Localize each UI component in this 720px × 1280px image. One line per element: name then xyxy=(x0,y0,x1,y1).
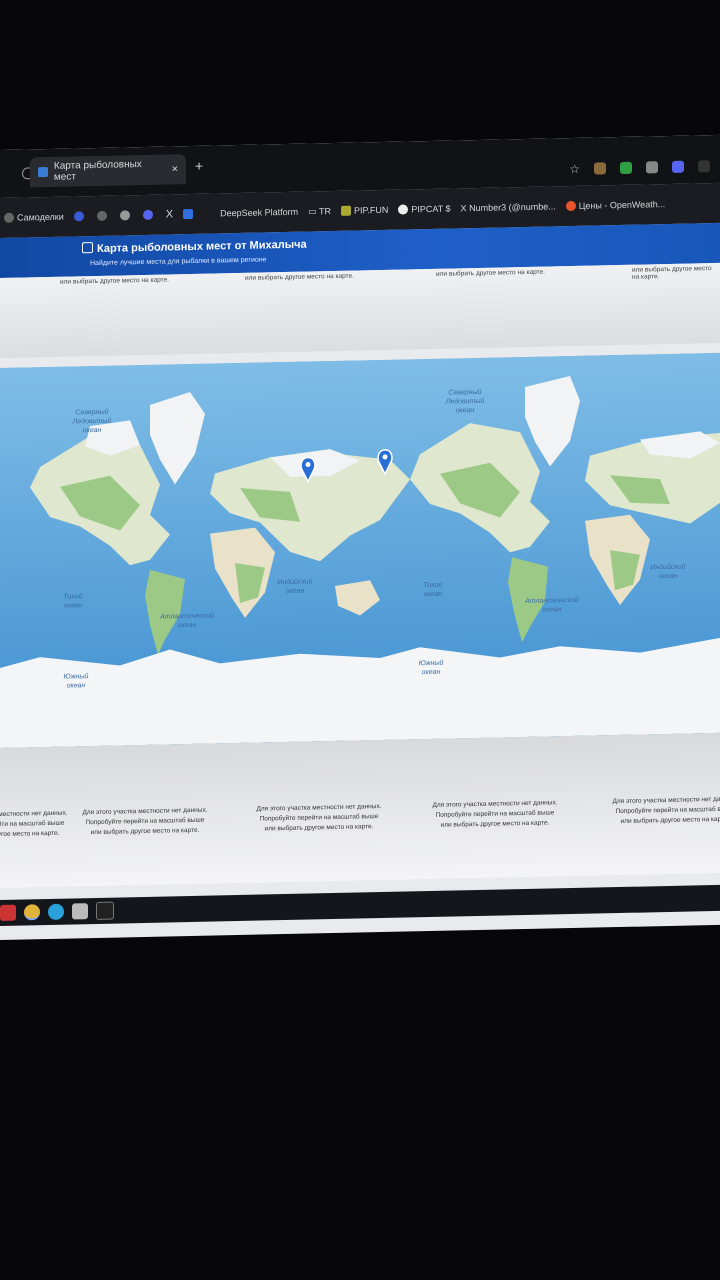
monitor-screen: Карта рыболовных мест × + ☆ Самоделки X … xyxy=(0,134,720,940)
tile-notice-strip-top: или выбрать другое место на карте. или в… xyxy=(0,262,720,358)
bookmark-item[interactable]: PIPCAT $ xyxy=(398,203,451,215)
ocean-label-pacific: Тихий xyxy=(423,581,442,589)
extension-icon[interactable] xyxy=(698,160,710,173)
ocean-label-atlantic: Атлантический xyxy=(524,596,579,605)
bookmark-icon[interactable] xyxy=(73,211,84,222)
ocean-label-indian: океан xyxy=(286,588,305,595)
ocean-label-southern: океан xyxy=(67,682,86,689)
ocean-label-pacific: океан xyxy=(424,591,443,598)
map-canvas: Северный Ледовитый океан Северный Ледови… xyxy=(0,352,720,748)
bookmark-item[interactable]: ▭ TR xyxy=(308,206,331,217)
folder-icon: ▭ xyxy=(308,205,320,217)
openweather-icon xyxy=(565,201,576,212)
tile-notice-strip-bottom: Для этого участка местности нет данных.П… xyxy=(0,732,720,888)
ocean-label-southern: океан xyxy=(422,669,441,676)
world-map[interactable]: Северный Ледовитый океан Северный Ледови… xyxy=(0,352,720,748)
extensions-bar: ☆ xyxy=(569,159,710,176)
tile-notice: или выбрать другое место на карте. xyxy=(632,265,712,281)
pipcat-icon xyxy=(398,204,409,215)
tab-title: Карта рыболовных мест xyxy=(53,159,142,183)
ocean-label-arctic: Северный xyxy=(448,388,481,397)
ocean-label-indian: океан xyxy=(659,573,678,580)
folder-icon xyxy=(4,213,14,224)
app-icon[interactable] xyxy=(0,904,16,921)
x-icon: X xyxy=(460,203,470,214)
tile-notice: или выбрать другое место на карте. xyxy=(245,272,354,282)
page-subtitle: Найдите лучшие места для рыбалки в вашем… xyxy=(90,256,267,268)
ocean-label-arctic: Ледовитый xyxy=(72,417,112,426)
bookmark-item[interactable]: Самоделки xyxy=(4,211,64,224)
extension-icon[interactable] xyxy=(646,161,658,174)
page-title: Карта рыболовных мест от Михалыча xyxy=(82,238,307,256)
tile-notice: Для этого участка местности нет данных.П… xyxy=(256,803,382,833)
ocean-label-arctic: Северный xyxy=(75,408,108,417)
ocean-label-southern: Южный xyxy=(64,672,89,681)
bookmark-icon[interactable] xyxy=(119,210,130,221)
ocean-label-atlantic: Атлантический xyxy=(159,612,214,621)
bookmark-item[interactable]: Цены - OpenWeath... xyxy=(565,199,665,212)
ocean-label-atlantic: океан xyxy=(543,606,562,613)
bookmark-star-icon[interactable]: ☆ xyxy=(569,162,580,176)
x-icon[interactable]: X xyxy=(166,208,173,220)
tile-notice: Для этого участка местности нет данных.П… xyxy=(82,806,208,837)
browser-tab[interactable]: Карта рыболовных мест × xyxy=(30,154,186,188)
tile-notice: Для этого участка местности нет данных.П… xyxy=(0,809,68,839)
ocean-label-pacific: Тихий xyxy=(63,592,82,600)
terminal-icon[interactable] xyxy=(96,901,114,920)
os-taskbar xyxy=(0,884,720,926)
extension-icon[interactable] xyxy=(594,162,606,175)
ocean-label-arctic: океан xyxy=(456,407,475,414)
app-icon[interactable] xyxy=(72,903,88,920)
shield-extension-icon[interactable] xyxy=(620,161,632,175)
ocean-label-arctic: Ледовитый xyxy=(445,397,485,406)
bookmark-icon[interactable] xyxy=(96,210,107,221)
map-favicon-icon xyxy=(38,166,48,178)
ocean-label-pacific: океан xyxy=(64,602,83,609)
tile-notice: или выбрать другое место на карте. xyxy=(436,268,545,278)
discord-extension-icon[interactable] xyxy=(672,160,684,173)
tile-notice: Для этого участка местности нет данных.П… xyxy=(432,799,558,829)
tile-notice: или выбрать другое место на карте. xyxy=(60,276,169,286)
ocean-label-arctic: океан xyxy=(83,427,102,434)
bookmark-item[interactable]: DeepSeek Platform xyxy=(220,207,298,219)
ocean-label-indian: Индийский xyxy=(650,563,685,572)
pip-icon xyxy=(341,205,352,217)
bookmark-icon[interactable] xyxy=(142,209,153,221)
map-logo-icon xyxy=(82,242,93,254)
close-tab-icon[interactable]: × xyxy=(172,163,178,175)
ocean-label-southern: Южный xyxy=(419,659,444,668)
new-tab-button[interactable]: + xyxy=(195,158,203,174)
ocean-label-atlantic: океан xyxy=(178,622,197,629)
bookmark-item[interactable]: PIP.FUN xyxy=(341,205,388,217)
telegram-icon[interactable] xyxy=(48,903,64,920)
ocean-label-indian: Индийский xyxy=(277,577,312,586)
bookmark-item[interactable]: X Number3 (@numbe... xyxy=(461,201,556,213)
chrome-icon[interactable] xyxy=(24,904,40,921)
bookmark-icon[interactable] xyxy=(183,208,194,220)
tile-notice: Для этого участка местности нет данных.П… xyxy=(612,795,720,826)
